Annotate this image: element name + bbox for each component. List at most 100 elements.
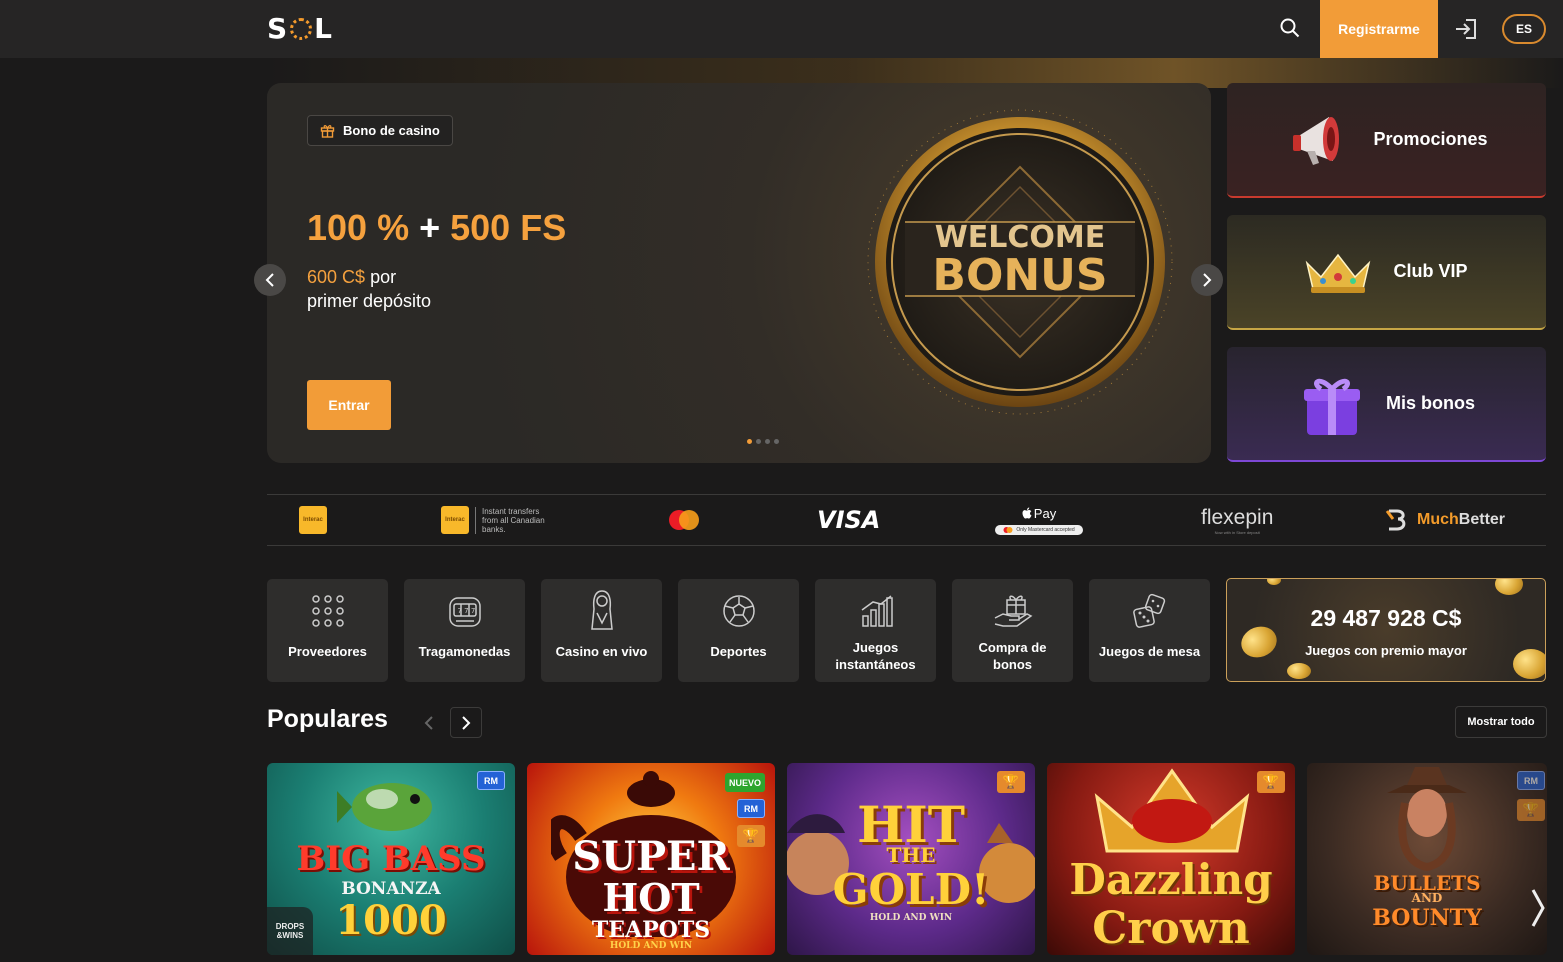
category-bonus-buy[interactable]: Compra de bonos [952, 579, 1073, 682]
game-tile[interactable]: BIG BASS BONANZA 1000 RM DROPS &WINS [267, 763, 515, 955]
register-button[interactable]: Registrarme [1320, 0, 1438, 58]
category-label: Juegos instantáneos [835, 640, 916, 672]
game-title-line: BIG BASS [296, 839, 486, 879]
jackpot-card[interactable]: 29 487 928 C$ Juegos con premio mayor [1226, 578, 1546, 682]
visa-logo: VISA [817, 506, 881, 534]
section-title-popular: Populares [267, 705, 388, 733]
carousel-dot[interactable] [756, 439, 761, 444]
game-tile[interactable]: Dazzling Crown 🏆 [1047, 763, 1295, 955]
hero-title: 100 % + 500 FS [307, 207, 566, 249]
game-title-line: THE [886, 843, 936, 867]
search-icon [1280, 18, 1300, 38]
apple-pay-logo: Pay [1022, 506, 1056, 521]
category-label: Compra de bonos [978, 640, 1047, 672]
category-table-games[interactable]: Juegos de mesa [1089, 579, 1210, 682]
promotions-card[interactable]: Promociones [1227, 83, 1546, 198]
hero-sub-rest: por [370, 267, 397, 287]
vip-club-card[interactable]: Club VIP [1227, 215, 1546, 330]
game-title-line: HOLD AND WIN [609, 941, 693, 951]
crown-art-icon [1094, 768, 1250, 853]
new-badge: NUEVO [725, 773, 765, 792]
category-providers[interactable]: Proveedores [267, 579, 388, 682]
search-button[interactable] [1276, 14, 1304, 42]
drops-wins-line: &WINS [276, 931, 304, 940]
logo-letter-s: S [267, 12, 289, 45]
category-sports[interactable]: Deportes [678, 579, 799, 682]
hero-banner[interactable]: Bono de casino 100 % + 500 FS 600 C$ por… [267, 83, 1211, 463]
apple-pay-note: Only Mastercard accepted [1016, 526, 1075, 533]
game-title-line: BONANZA [341, 879, 441, 899]
muchbetter-icon [1385, 509, 1406, 531]
muchbetter-much: Much [1417, 511, 1459, 528]
interac-logo-icon: Interac [441, 506, 469, 534]
carousel-dot[interactable] [774, 439, 779, 444]
drops-wins-line: DROPS [275, 922, 305, 931]
hero-title-plus: + [419, 207, 441, 248]
sun-icon [290, 17, 313, 40]
chevron-left-icon [265, 273, 274, 287]
muchbetter-better: Better [1458, 511, 1506, 528]
flexepin-note: Now with in Store deposit [1214, 529, 1260, 535]
game-title-line: HOT [602, 875, 700, 920]
bar-chart-icon [856, 591, 896, 631]
category-label: Juegos de mesa [1098, 644, 1201, 659]
category-instant-games[interactable]: Juegos instantáneos [815, 579, 936, 682]
promotions-label: Promociones [1373, 129, 1488, 149]
my-bonuses-card[interactable]: Mis bonos [1227, 347, 1546, 462]
rm-badge: RM [1517, 771, 1545, 790]
chevron-right-icon [1531, 889, 1545, 927]
gift-hand-icon [993, 591, 1033, 631]
soccer-ball-icon [719, 591, 759, 631]
login-button[interactable] [1452, 14, 1480, 44]
language-selector[interactable]: ES [1502, 14, 1546, 44]
trophy-icon: 🏆 [1517, 799, 1545, 821]
apple-pay-label: Pay [1033, 505, 1057, 521]
hero-prev-button[interactable] [254, 264, 286, 296]
interac-note: Instant transfers from all Canadian bank… [475, 506, 553, 534]
jackpot-label: Juegos con premio mayor [1305, 643, 1467, 658]
game-tile[interactable]: SUPER HOT TEAPOTS HOLD AND WIN NUEVO RM … [527, 763, 775, 955]
hero-title-fs: 500 FS [450, 207, 567, 248]
flexepin-logo: flexepin [1201, 505, 1274, 529]
jackpot-amount: 29 487 928 C$ [1310, 605, 1462, 631]
hero-sub-line2: primer depósito [307, 291, 432, 311]
payment-interac: Interac [299, 495, 327, 545]
enter-button[interactable]: Entrar [307, 380, 391, 430]
live-dealer-icon [582, 590, 622, 631]
coin-icon [1495, 579, 1523, 595]
carousel-dot[interactable] [765, 439, 770, 444]
game-title-line: TEAPOTS [591, 917, 711, 943]
category-label: Casino en vivo [555, 644, 648, 659]
fish-icon [337, 783, 432, 831]
vip-club-label: Club VIP [1393, 261, 1468, 281]
payment-flexepin: flexepin Now with in Store deposit [1201, 495, 1273, 545]
show-all-button[interactable]: Mostrar todo [1455, 706, 1547, 738]
carousel-dot[interactable] [747, 439, 752, 444]
category-slots[interactable]: 7 7 7 Tragamonedas [404, 579, 525, 682]
games-row-next-button[interactable] [1524, 880, 1552, 936]
coin-icon [1267, 579, 1281, 585]
hero-next-button[interactable] [1191, 264, 1223, 296]
game-tile[interactable]: HIT THE GOLD! HOLD AND WIN 🏆 [787, 763, 1035, 955]
bonus-badge: Bono de casino [307, 115, 453, 146]
payment-methods-strip: Interac Interac Instant transfers from a… [267, 494, 1546, 546]
muchbetter-logo: MuchBetter [1417, 511, 1505, 529]
game-title-line: Dazzling [1069, 855, 1273, 904]
slot-machine-icon: 7 7 7 [445, 591, 485, 631]
logo[interactable]: S L [267, 12, 333, 45]
game-title-line: GOLD! [832, 865, 990, 914]
hero-title-percent: 100 % [307, 207, 410, 248]
popular-next-button[interactable] [450, 707, 482, 738]
svg-text:7 7 7: 7 7 7 [457, 607, 475, 615]
category-live-casino[interactable]: Casino en vivo [541, 579, 662, 682]
popular-prev-button[interactable] [413, 707, 445, 738]
chevron-right-icon [1203, 273, 1212, 287]
gift-icon [320, 125, 335, 138]
trophy-icon: 🏆 [737, 825, 765, 847]
cowgirl-icon [1387, 767, 1467, 872]
game-tile[interactable]: BULLETS AND BOUNTY RM 🏆 [1307, 763, 1547, 955]
category-label: Deportes [710, 644, 767, 659]
trophy-icon: 🏆 [997, 771, 1025, 793]
dice-icon [1130, 591, 1170, 631]
trophy-icon: 🏆 [1257, 771, 1285, 793]
